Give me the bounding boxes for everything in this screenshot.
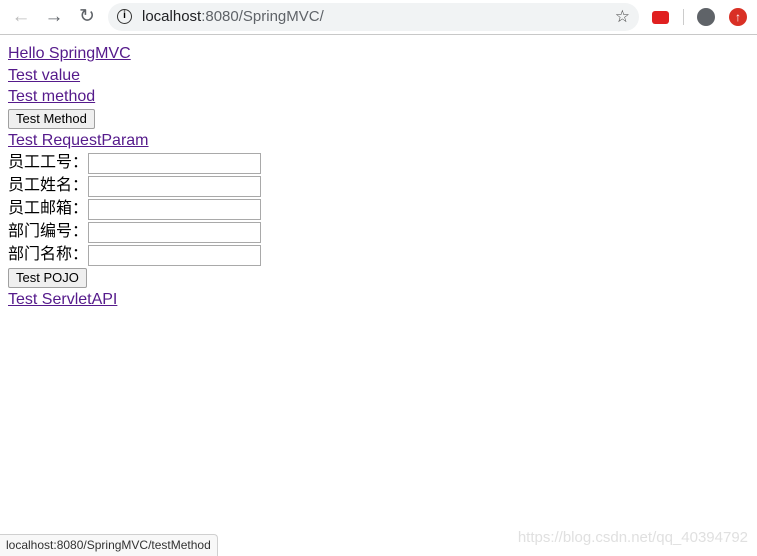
emp-email-input[interactable]: [88, 198, 261, 220]
watermark: https://blog.csdn.net/qq_40394792: [517, 529, 748, 546]
link-test-requestparam[interactable]: Test RequestParam: [8, 130, 261, 152]
link-test-method[interactable]: Test method: [8, 86, 261, 108]
field-label: 员工邮箱：: [8, 200, 89, 218]
status-bar: localhost:8080/SpringMVC/testMethod: [0, 534, 218, 556]
form-row: 员工邮箱：: [8, 198, 261, 221]
link-test-value[interactable]: Test value: [8, 65, 261, 87]
url-host: localhost: [142, 8, 202, 25]
forward-button[interactable]: →: [42, 6, 66, 28]
dept-name-input[interactable]: [88, 244, 261, 266]
form-row: 员工工号：: [8, 152, 261, 175]
toolbar-divider: [683, 9, 684, 25]
address-bar[interactable]: i localhost:8080/SpringMVC/ ☆: [108, 3, 639, 31]
star-icon[interactable]: ☆: [615, 3, 630, 31]
field-label: 部门编号：: [8, 223, 89, 241]
test-method-button[interactable]: Test Method: [8, 108, 95, 129]
test-pojo-button[interactable]: Test POJO: [8, 267, 87, 288]
reload-button[interactable]: ↻: [75, 6, 99, 28]
emp-name-input[interactable]: [88, 175, 261, 197]
link-hello-springmvc[interactable]: Hello SpringMVC: [8, 43, 261, 65]
account-icon[interactable]: [697, 8, 715, 26]
pojo-form: 员工工号： 员工姓名： 员工邮箱： 部门编号： 部门名称： Test POJO: [8, 152, 261, 288]
emp-id-input[interactable]: [88, 152, 261, 174]
field-label: 部门名称：: [8, 246, 89, 264]
browser-toolbar: ← → ↻ i localhost:8080/SpringMVC/ ☆ ↑: [0, 0, 757, 35]
link-test-servletapi[interactable]: Test ServletAPI: [8, 289, 261, 311]
url-path: :8080/SpringMVC/: [201, 8, 324, 25]
form-row: 部门名称：: [8, 244, 261, 267]
update-icon[interactable]: ↑: [729, 8, 747, 26]
page-content: Hello SpringMVC Test value Test method T…: [8, 43, 261, 311]
back-button[interactable]: ←: [9, 6, 33, 28]
youtube-icon[interactable]: [652, 11, 669, 24]
info-icon[interactable]: i: [117, 9, 132, 24]
dept-id-input[interactable]: [88, 221, 261, 243]
form-row: 员工姓名：: [8, 175, 261, 198]
field-label: 员工工号：: [8, 154, 89, 172]
field-label: 员工姓名：: [8, 177, 89, 195]
form-row: 部门编号：: [8, 221, 261, 244]
